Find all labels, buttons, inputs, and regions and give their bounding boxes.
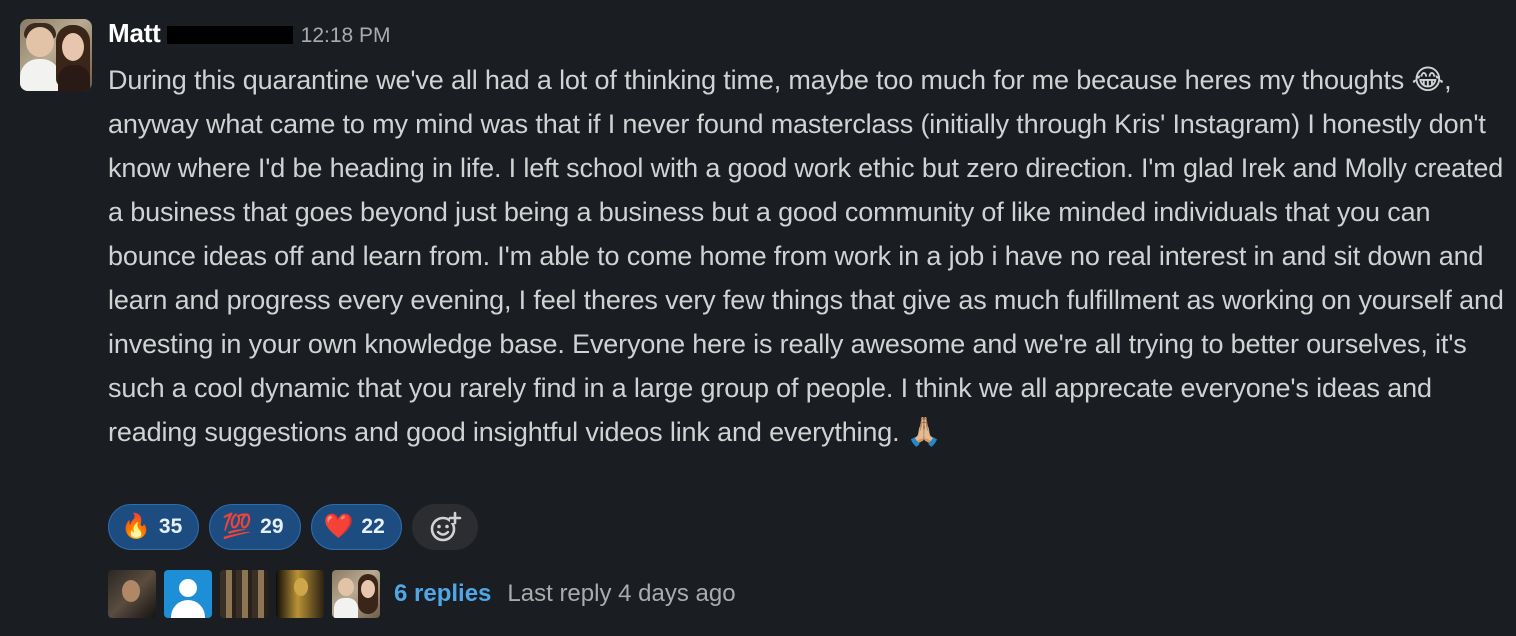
last-reply-time: Last reply 4 days ago <box>507 580 736 607</box>
redacted-surname <box>166 26 293 44</box>
participant-avatar[interactable] <box>276 570 324 618</box>
message-text-part-2: , anyway what came to my mind was that i… <box>108 65 1504 447</box>
avatar-person-1-shirt <box>20 59 60 91</box>
thread-summary[interactable]: 6 replies Last reply 4 days ago <box>108 570 736 618</box>
avatar-person-1-face <box>26 27 54 57</box>
avatar-face <box>338 578 354 596</box>
reaction-count: 35 <box>158 515 183 538</box>
message-header: Matt 12:18 PM <box>108 18 391 54</box>
avatar-face <box>122 580 140 602</box>
add-emoji-reaction-icon <box>430 511 462 542</box>
avatar-shirt <box>334 598 358 618</box>
reaction-count: 22 <box>361 515 385 538</box>
participant-avatar[interactable] <box>108 570 156 618</box>
participant-avatar[interactable] <box>220 570 268 618</box>
reaction-count: 29 <box>260 515 284 538</box>
folded-hands-emoji-icon: 🙏🏼 <box>906 416 942 447</box>
hundred-points-emoji-icon: 💯 <box>222 513 253 540</box>
reaction-fire[interactable]: 🔥 35 <box>108 504 200 550</box>
reaction-hundred[interactable]: 💯 29 <box>209 504 301 550</box>
author-avatar[interactable] <box>20 19 92 91</box>
thread-participant-avatars <box>108 570 380 618</box>
default-user-icon <box>179 579 197 597</box>
avatar-face <box>294 578 308 596</box>
message-body: During this quarantine we've all had a l… <box>108 58 1508 454</box>
default-user-shoulders <box>171 600 205 618</box>
message-text-part-1: During this quarantine we've all had a l… <box>108 65 1412 95</box>
red-heart-emoji-icon: ❤️ <box>323 513 354 540</box>
avatar-person-2-top <box>58 65 90 91</box>
avatar-person-2-face <box>62 33 84 61</box>
reactions-bar: 🔥 35 💯 29 ❤️ 22 <box>108 504 478 550</box>
participant-avatar[interactable] <box>164 570 212 618</box>
participant-avatar[interactable] <box>332 570 380 618</box>
message-timestamp[interactable]: 12:18 PM <box>301 24 391 48</box>
author-name[interactable]: Matt <box>108 18 161 49</box>
add-reaction-button[interactable] <box>411 504 478 550</box>
joy-emoji-icon: 😂 <box>1411 64 1445 95</box>
message: Matt 12:18 PM During this quarantine we'… <box>0 0 1516 636</box>
reaction-heart[interactable]: ❤️ 22 <box>310 504 402 550</box>
replies-link[interactable]: 6 replies <box>394 580 491 608</box>
fire-emoji-icon: 🔥 <box>121 513 151 540</box>
avatar-face <box>361 580 375 598</box>
